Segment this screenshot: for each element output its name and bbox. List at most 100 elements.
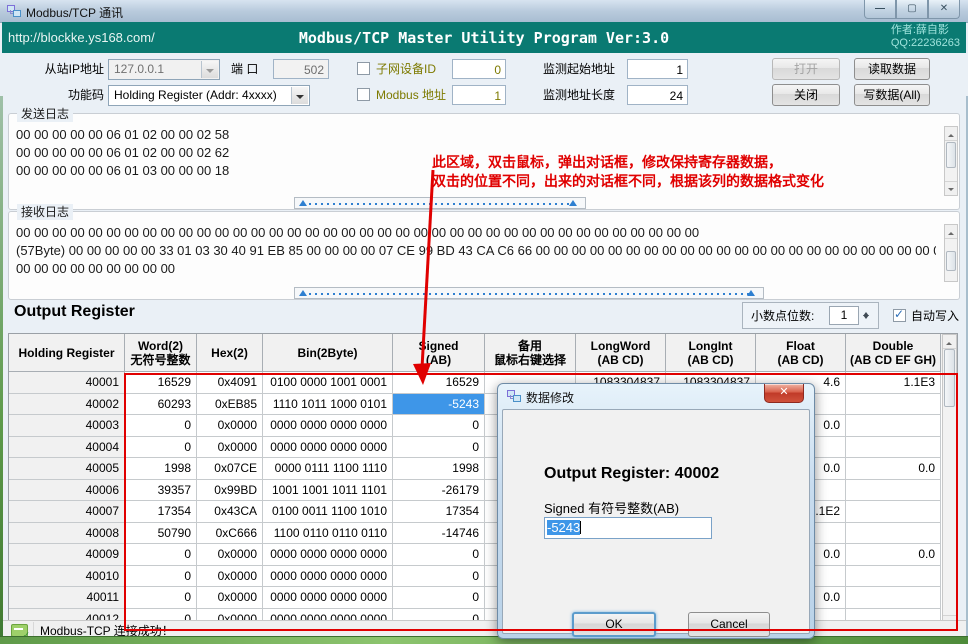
register-cell[interactable]: -26179 (393, 480, 485, 502)
register-cell[interactable]: 1998 (125, 458, 197, 480)
recv-log-slider[interactable] (294, 287, 764, 299)
column-header[interactable]: Signed(AB) (393, 334, 485, 372)
register-cell[interactable]: 17354 (393, 501, 485, 523)
close-connection-button[interactable]: 关闭 (772, 84, 840, 106)
register-cell[interactable]: 0x99BD (197, 480, 263, 502)
chevron-down-icon[interactable] (201, 61, 218, 78)
register-cell[interactable]: 0x0000 (197, 566, 263, 588)
subnet-id-field[interactable]: 0 (452, 59, 506, 79)
scroll-up-icon[interactable] (945, 127, 957, 141)
register-cell[interactable] (846, 394, 941, 416)
send-log-scrollbar[interactable] (944, 126, 958, 196)
register-cell[interactable]: 0100 0000 1001 0001 (263, 372, 393, 394)
register-row-header[interactable]: 40001 (9, 372, 125, 394)
register-cell[interactable]: 0000 0111 1100 1110 (263, 458, 393, 480)
register-cell[interactable]: 0 (125, 544, 197, 566)
register-cell[interactable]: 0.0 (846, 458, 941, 480)
column-header[interactable]: Hex(2) (197, 334, 263, 372)
register-cell[interactable]: 1.1E3 (846, 372, 941, 394)
register-cell[interactable]: 1100 0110 0110 0110 (263, 523, 393, 545)
register-row-header[interactable]: 40002 (9, 394, 125, 416)
register-cell[interactable]: 0x43CA (197, 501, 263, 523)
function-code-combo[interactable]: Holding Register (Addr: 4xxxx) (108, 85, 310, 106)
register-cell[interactable]: 39357 (125, 480, 197, 502)
register-row-header[interactable]: 40007 (9, 501, 125, 523)
register-cell[interactable]: -14746 (393, 523, 485, 545)
register-cell[interactable]: 0 (393, 587, 485, 609)
column-header[interactable]: Word(2)无符号整数 (125, 334, 197, 372)
register-cell[interactable]: 1001 1001 1011 1101 (263, 480, 393, 502)
close-button[interactable]: ✕ (928, 0, 960, 19)
write-data-button[interactable]: 写数据(All) (854, 84, 930, 106)
scrollbar-thumb[interactable] (946, 251, 956, 271)
register-cell[interactable] (846, 523, 941, 545)
register-cell[interactable]: 17354 (125, 501, 197, 523)
register-row-header[interactable]: 40009 (9, 544, 125, 566)
slider-thumb-left[interactable] (299, 200, 307, 206)
register-row-header[interactable]: 40003 (9, 415, 125, 437)
register-cell[interactable] (846, 566, 941, 588)
scrollbar-thumb[interactable] (946, 142, 956, 168)
port-field[interactable]: 502 (273, 59, 329, 79)
register-cell[interactable]: 0x0000 (197, 437, 263, 459)
register-cell[interactable]: 0 (393, 415, 485, 437)
register-cell[interactable]: 0 (125, 415, 197, 437)
column-header[interactable]: LongWord(AB CD) (576, 334, 666, 372)
register-cell[interactable]: 0x0000 (197, 415, 263, 437)
cancel-button[interactable]: Cancel (688, 612, 770, 637)
table-scrollbar[interactable] (942, 334, 957, 630)
slider-thumb-left[interactable] (299, 290, 307, 296)
column-header[interactable]: Float(AB CD) (756, 334, 846, 372)
register-cell[interactable]: -5243 (393, 394, 485, 416)
monitor-start-field[interactable]: 1 (627, 59, 688, 79)
ip-combo[interactable]: 127.0.0.1 (108, 59, 220, 80)
scroll-up-icon[interactable] (945, 225, 957, 239)
register-cell[interactable]: 0 (393, 437, 485, 459)
dialog-close-button[interactable]: ✕ (764, 384, 804, 403)
register-cell[interactable]: 16529 (393, 372, 485, 394)
register-cell[interactable]: 0x0000 (197, 544, 263, 566)
register-cell[interactable]: 0.0 (846, 544, 941, 566)
title-bar[interactable]: Modbus/TCP 通讯 — ▢ ✕ (0, 0, 968, 23)
register-row-header[interactable]: 40005 (9, 458, 125, 480)
register-cell[interactable]: 0 (393, 566, 485, 588)
register-cell[interactable]: 16529 (125, 372, 197, 394)
register-cell[interactable]: 0x4091 (197, 372, 263, 394)
register-cell[interactable] (846, 415, 941, 437)
decimal-places-value[interactable]: 1 (829, 306, 859, 325)
register-cell[interactable]: 50790 (125, 523, 197, 545)
register-cell[interactable]: 0000 0000 0000 0000 (263, 566, 393, 588)
register-cell[interactable]: 0x07CE (197, 458, 263, 480)
register-cell[interactable]: 0 (125, 437, 197, 459)
register-cell[interactable]: 1110 1011 1000 0101 (263, 394, 393, 416)
column-header[interactable]: Bin(2Byte) (263, 334, 393, 372)
subnet-checkbox[interactable] (357, 62, 370, 75)
register-cell[interactable] (846, 587, 941, 609)
register-cell[interactable]: 0000 0000 0000 0000 (263, 587, 393, 609)
register-cell[interactable]: 0000 0000 0000 0000 (263, 437, 393, 459)
monitor-length-field[interactable]: 24 (627, 85, 688, 105)
register-cell[interactable]: 0 (393, 544, 485, 566)
recv-log-text[interactable]: 00 00 00 00 00 00 00 00 00 00 00 00 00 0… (16, 224, 936, 282)
spinner-arrows-icon[interactable] (860, 306, 873, 325)
modbus-address-checkbox[interactable] (357, 88, 370, 101)
value-input[interactable]: -5243 (544, 517, 712, 539)
maximize-button[interactable]: ▢ (896, 0, 928, 19)
register-row-header[interactable]: 40004 (9, 437, 125, 459)
column-header[interactable]: Double(AB CD EF GH) (846, 334, 941, 372)
column-header[interactable]: LongInt(AB CD) (666, 334, 756, 372)
register-cell[interactable]: 1998 (393, 458, 485, 480)
recv-log-scrollbar[interactable] (944, 224, 958, 282)
scrollbar-thumb[interactable] (944, 349, 955, 407)
open-button[interactable]: 打开 (772, 58, 840, 80)
register-row-header[interactable]: 40011 (9, 587, 125, 609)
scroll-down-icon[interactable] (945, 181, 957, 195)
register-cell[interactable]: 0xEB85 (197, 394, 263, 416)
register-cell[interactable] (846, 437, 941, 459)
register-cell[interactable]: 0x0000 (197, 587, 263, 609)
column-header[interactable]: 备用鼠标右键选择 (485, 334, 576, 372)
register-row-header[interactable]: 40010 (9, 566, 125, 588)
register-cell[interactable]: 60293 (125, 394, 197, 416)
register-cell[interactable]: 0000 0000 0000 0000 (263, 544, 393, 566)
slider-thumb-right[interactable] (569, 200, 577, 206)
